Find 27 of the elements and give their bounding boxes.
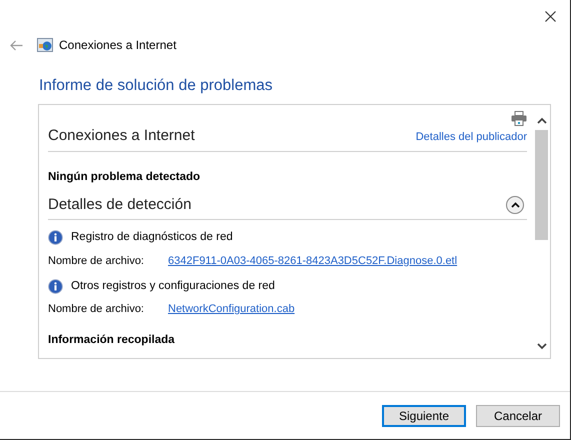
chevron-up-icon xyxy=(510,202,520,208)
dialog-button[interactable]: Siguiente xyxy=(382,404,466,426)
report-title: Conexiones a Internet xyxy=(48,126,195,146)
log-title: Otros registros y configuraciones de red xyxy=(71,279,275,294)
scroll-down-icon[interactable] xyxy=(536,343,546,350)
network-globe-icon xyxy=(37,38,53,52)
section-title: Detalles de detección xyxy=(48,194,192,215)
publisher-details-link[interactable]: Detalles del publicador xyxy=(416,129,527,146)
status-text: Ningún problema detectado xyxy=(48,170,202,184)
dialog-button[interactable]: Cancelar xyxy=(476,404,560,426)
page-heading: Informe de solución de problemas xyxy=(39,77,272,94)
back-button[interactable] xyxy=(9,38,23,52)
file-name-label: Nombre de archivo: xyxy=(48,254,145,268)
window-title: Conexiones a Internet xyxy=(59,37,176,54)
scroll-up-icon[interactable] xyxy=(536,117,546,124)
scroll-thumb[interactable] xyxy=(535,130,548,240)
log-title: Registro de diagnósticos de red xyxy=(71,230,233,246)
info-icon xyxy=(48,230,63,246)
file-name-label: Nombre de archivo: xyxy=(48,302,145,318)
file-link[interactable]: NetworkConfiguration.cab xyxy=(168,301,295,318)
back-arrow-icon xyxy=(10,40,22,50)
file-link[interactable]: 6342F911-0A03-4065-8261-8423A3D5C52F.Diagnose.0.etl xyxy=(168,252,458,269)
collapse-button[interactable] xyxy=(506,196,524,214)
collected-info-title: Información recopilada xyxy=(48,332,176,348)
info-icon xyxy=(48,279,63,294)
close-icon xyxy=(544,10,556,22)
printer-icon[interactable] xyxy=(511,111,527,126)
